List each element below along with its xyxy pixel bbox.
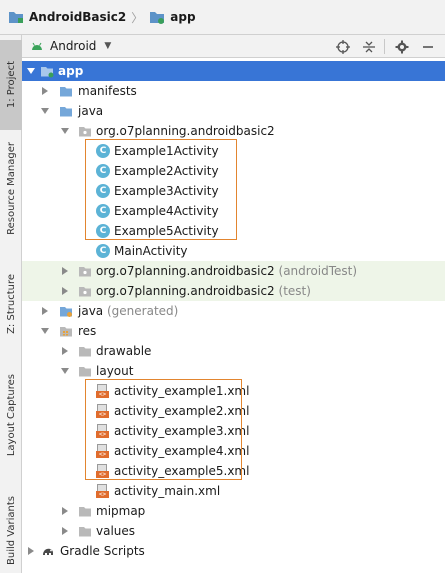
folder-suffix: (generated) [106, 304, 179, 318]
chevron-down-icon[interactable] [60, 126, 70, 136]
folder-icon [79, 527, 91, 537]
tree-item-layout[interactable]: layout [22, 361, 445, 381]
tree-item-label: activity_main.xml [114, 484, 221, 498]
chevron-right-icon[interactable] [40, 86, 50, 96]
folder-icon [79, 507, 91, 517]
highlight-box-layouts [85, 379, 242, 480]
tree-item-label: manifests [78, 84, 137, 98]
tab-structure-label: Z: Structure [5, 274, 17, 334]
package-suffix: (test) [278, 284, 311, 298]
chevron-right-icon[interactable] [26, 546, 36, 556]
folder-icon [79, 347, 91, 357]
tree-item-label: org.o7planning.androidbasic2 (androidTes… [96, 264, 357, 278]
tree-item-label: java (generated) [78, 304, 178, 318]
breadcrumb: AndroidBasic2 〉 app [0, 0, 445, 35]
tree-item-java-generated[interactable]: java (generated) [22, 301, 445, 321]
view-mode-dropdown[interactable]: Android ▼ [30, 39, 111, 53]
tree-item-label: java [78, 104, 104, 118]
chevron-right-icon[interactable] [60, 266, 70, 276]
tree-item-label: app [58, 64, 84, 78]
tab-project-label: 1: Project [5, 61, 17, 109]
project-tree: app manifests java org.o7planning.androi… [22, 59, 445, 573]
module-folder-icon [150, 12, 165, 24]
module-folder-icon [41, 67, 54, 78]
tree-item-label: org.o7planning.androidbasic2 (test) [96, 284, 311, 298]
tab-resource-manager-label: Resource Manager [5, 141, 17, 235]
package-folder-icon [79, 127, 91, 137]
package-name: org.o7planning.androidbasic2 [96, 264, 275, 278]
breadcrumb-project[interactable]: AndroidBasic2 [8, 10, 126, 24]
chevron-right-icon[interactable] [60, 286, 70, 296]
tree-item-drawable[interactable]: drawable [22, 341, 445, 361]
chevron-down-icon: ▼ [104, 41, 112, 51]
package-suffix: (androidTest) [278, 264, 358, 278]
tree-item-label: mipmap [96, 504, 146, 518]
tab-build-variants-label: Build Variants [5, 495, 17, 565]
tree-item-label: MainActivity [114, 244, 188, 258]
tree-item-label: drawable [96, 344, 152, 358]
project-folder-icon [9, 12, 23, 23]
tree-item-label: Gradle Scripts [60, 544, 145, 558]
header-divider [384, 39, 385, 54]
tree-item-class[interactable]: C MainActivity [22, 241, 445, 261]
folder-icon [60, 87, 72, 97]
chevron-down-icon[interactable] [40, 106, 50, 116]
tab-resource-manager[interactable]: Resource Manager [0, 130, 22, 246]
highlight-box-activities [85, 139, 237, 240]
locate-target-icon[interactable] [336, 40, 350, 54]
chevron-down-icon[interactable] [40, 326, 50, 336]
chevron-right-icon[interactable] [60, 506, 70, 516]
tree-item-label: org.o7planning.androidbasic2 [96, 124, 275, 138]
tree-item-app[interactable]: app [22, 61, 445, 81]
tab-layout-captures[interactable]: Layout Captures [0, 365, 22, 465]
package-folder-icon [79, 287, 91, 297]
tab-structure[interactable]: Z: Structure [0, 263, 22, 345]
tree-item-gradle-scripts[interactable]: Gradle Scripts [22, 541, 445, 561]
view-mode-label: Android [50, 39, 97, 53]
tree-item-package-main[interactable]: org.o7planning.androidbasic2 [22, 121, 445, 141]
tree-item-label: layout [96, 364, 134, 378]
folder-name: java [78, 304, 104, 318]
android-icon [32, 42, 42, 50]
tree-item-label: res [78, 324, 97, 338]
tree-item-package-test[interactable]: org.o7planning.androidbasic2 (test) [22, 281, 445, 301]
tree-item-mipmap[interactable]: mipmap [22, 501, 445, 521]
tool-window-strip: 1: Project Resource Manager Z: Structure… [0, 35, 22, 573]
generated-folder-icon [60, 307, 72, 317]
project-panel-header: Android ▼ [22, 35, 445, 58]
chevron-right-icon[interactable] [60, 526, 70, 536]
breadcrumb-module[interactable]: app [149, 10, 196, 24]
hide-minus-icon[interactable] [421, 40, 435, 54]
tree-item-values[interactable]: values [22, 521, 445, 541]
class-icon: C [96, 244, 110, 258]
chevron-right-icon[interactable] [60, 346, 70, 356]
tree-item-manifests[interactable]: manifests [22, 81, 445, 101]
gear-icon[interactable] [395, 40, 409, 54]
collapse-all-icon[interactable] [362, 40, 376, 54]
tab-build-variants[interactable]: Build Variants [0, 487, 22, 573]
package-folder-icon [79, 267, 91, 277]
breadcrumb-separator: 〉 [131, 10, 144, 25]
source-folder-icon [60, 107, 72, 117]
tree-item-res[interactable]: res [22, 321, 445, 341]
chevron-down-icon[interactable] [60, 366, 70, 376]
tree-item-label: values [96, 524, 136, 538]
package-name: org.o7planning.androidbasic2 [96, 284, 275, 298]
folder-icon [79, 367, 91, 377]
xml-file-icon: <> [96, 484, 110, 498]
gradle-icon [43, 548, 53, 555]
breadcrumb-module-label: app [170, 10, 196, 24]
tab-layout-captures-label: Layout Captures [5, 373, 17, 457]
tab-project[interactable]: 1: Project [0, 40, 22, 130]
resource-folder-icon [60, 327, 72, 337]
tree-item-xml-file[interactable]: <> activity_main.xml [22, 481, 445, 501]
tree-item-java[interactable]: java [22, 101, 445, 121]
chevron-down-icon[interactable] [26, 66, 36, 76]
chevron-right-icon[interactable] [40, 306, 50, 316]
tree-item-package-android-test[interactable]: org.o7planning.androidbasic2 (androidTes… [22, 261, 445, 281]
breadcrumb-project-label: AndroidBasic2 [29, 10, 127, 24]
